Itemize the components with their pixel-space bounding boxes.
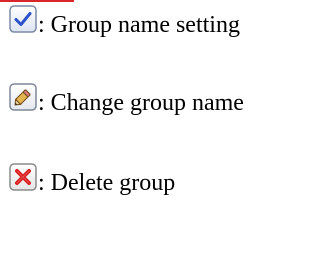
checkbox-check-icon[interactable] [8, 4, 38, 34]
top-accent-line [0, 0, 74, 2]
pencil-edit-icon[interactable] [8, 82, 38, 112]
legend-item-delete-group: : Delete group [8, 163, 176, 196]
legend-label-change-group-name: : Change group name [38, 90, 244, 116]
legend-label-group-name-setting: : Group name setting [38, 12, 240, 38]
legend-item-change-group-name: : Change group name [8, 83, 244, 116]
legend-item-group-name-setting: : Group name setting [8, 5, 240, 38]
delete-x-icon[interactable] [8, 162, 38, 192]
legend-label-delete-group: : Delete group [38, 170, 176, 196]
